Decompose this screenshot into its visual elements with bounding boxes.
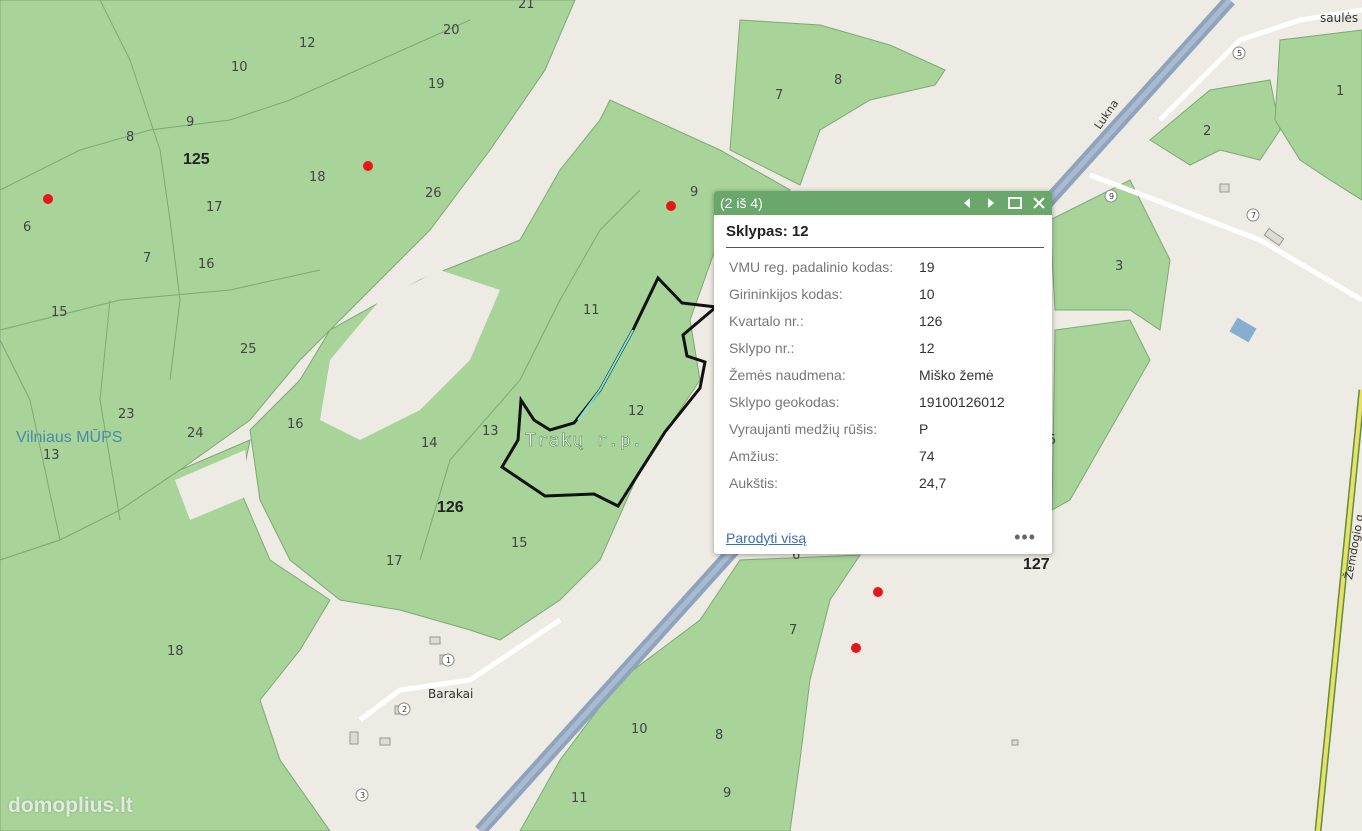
main-road-yellow	[1314, 389, 1362, 831]
svg-text:126: 126	[437, 499, 464, 516]
attribute-row: Sklypo nr.: 12	[729, 340, 935, 356]
svg-text:14: 14	[421, 436, 438, 451]
svg-text:9: 9	[723, 786, 731, 801]
attribute-row: Aukštis: 24,7	[729, 475, 947, 491]
maximize-icon[interactable]	[1008, 196, 1022, 210]
red-point	[873, 587, 883, 597]
svg-text:15: 15	[51, 305, 68, 320]
svg-text:21: 21	[518, 0, 535, 12]
svg-text:11: 11	[571, 791, 588, 806]
label-vilniaus: Vilniaus MŪPS	[16, 428, 122, 446]
red-point	[851, 643, 861, 653]
svg-text:16: 16	[287, 417, 304, 432]
close-icon[interactable]	[1032, 196, 1046, 210]
svg-text:16: 16	[198, 257, 215, 272]
svg-text:10: 10	[231, 60, 248, 75]
next-icon[interactable]	[984, 196, 998, 210]
popup-title: Sklypas: 12	[726, 223, 1044, 248]
attribute-row: Amžius: 74	[729, 448, 935, 464]
svg-text:3: 3	[360, 791, 365, 800]
svg-text:5: 5	[1237, 49, 1242, 58]
svg-text:7: 7	[789, 623, 797, 638]
attribute-row: Kvartalo nr.: 126	[729, 313, 943, 329]
svg-text:13: 13	[482, 424, 499, 439]
svg-text:1: 1	[1336, 84, 1344, 99]
svg-text:20: 20	[443, 23, 460, 38]
attribute-row: VMU reg. padalinio kodas: 19	[729, 259, 935, 275]
red-point	[43, 194, 53, 204]
info-popup: (2 iš 4) Sklypas: 12 VMU reg. padalinio …	[714, 191, 1052, 554]
svg-text:2: 2	[1203, 124, 1211, 139]
svg-text:7: 7	[775, 88, 783, 103]
svg-text:17: 17	[386, 554, 403, 569]
red-point	[363, 161, 373, 171]
svg-text:8: 8	[834, 73, 842, 88]
svg-text:127: 127	[1023, 556, 1050, 573]
attributes-table: VMU reg. padalinio kodas: 19 Girininkijos…	[726, 254, 1005, 497]
svg-text:13: 13	[43, 448, 60, 463]
svg-text:12: 12	[299, 36, 316, 51]
svg-text:26: 26	[425, 186, 442, 201]
red-point	[666, 201, 676, 211]
popup-footer: Parodyti visą •••	[726, 527, 1036, 548]
svg-text:8: 8	[715, 728, 723, 743]
popup-header: (2 iš 4)	[714, 191, 1052, 215]
svg-text:10: 10	[631, 722, 648, 737]
svg-text:7: 7	[1251, 211, 1256, 220]
forest-areas	[0, 0, 1362, 831]
svg-text:9: 9	[1109, 192, 1114, 201]
svg-text:125: 125	[183, 151, 210, 168]
svg-text:19: 19	[428, 77, 445, 92]
svg-text:18: 18	[167, 644, 184, 659]
label-saules: saulės	[1320, 11, 1358, 25]
svg-text:8: 8	[126, 130, 134, 145]
svg-text:12: 12	[628, 404, 645, 419]
popup-body: Sklypas: 12 VMU reg. padalinio kodas: 19 …	[714, 215, 1052, 497]
svg-text:2: 2	[402, 705, 407, 714]
attribute-row: Vyraujanti medžių rūšis: P	[729, 421, 929, 437]
show-all-link[interactable]: Parodyti visą	[726, 530, 806, 546]
svg-text:1: 1	[446, 656, 451, 665]
svg-text:7: 7	[143, 251, 151, 266]
popup-counter: (2 iš 4)	[720, 195, 763, 211]
svg-text:6: 6	[23, 220, 31, 235]
svg-text:15: 15	[511, 536, 528, 551]
svg-text:25: 25	[240, 342, 257, 357]
svg-text:17: 17	[206, 200, 223, 215]
label-traku: Trakų r.p.	[525, 430, 643, 451]
svg-text:11: 11	[583, 303, 600, 318]
attribute-row: Sklypo geokodas: 19100126012	[729, 394, 1005, 410]
attribute-row: Žemės naudmena: Miško žemė	[729, 367, 994, 383]
svg-text:18: 18	[309, 170, 326, 185]
map-canvas[interactable]: 21 12 20 10 19 9 8 18 26 17 6 7 16 15 25…	[0, 0, 1362, 831]
svg-text:3: 3	[1115, 259, 1123, 274]
svg-text:9: 9	[690, 185, 698, 200]
attribute-row: Girininkijos kodas: 10	[729, 286, 935, 302]
previous-icon[interactable]	[960, 196, 974, 210]
watermark: domoplius.lt	[8, 794, 133, 817]
pond	[1229, 317, 1257, 343]
label-barakai: Barakai	[428, 687, 473, 701]
svg-text:9: 9	[186, 115, 194, 130]
svg-text:23: 23	[118, 407, 135, 422]
more-menu-icon[interactable]: •••	[1014, 527, 1036, 548]
svg-text:24: 24	[187, 426, 204, 441]
